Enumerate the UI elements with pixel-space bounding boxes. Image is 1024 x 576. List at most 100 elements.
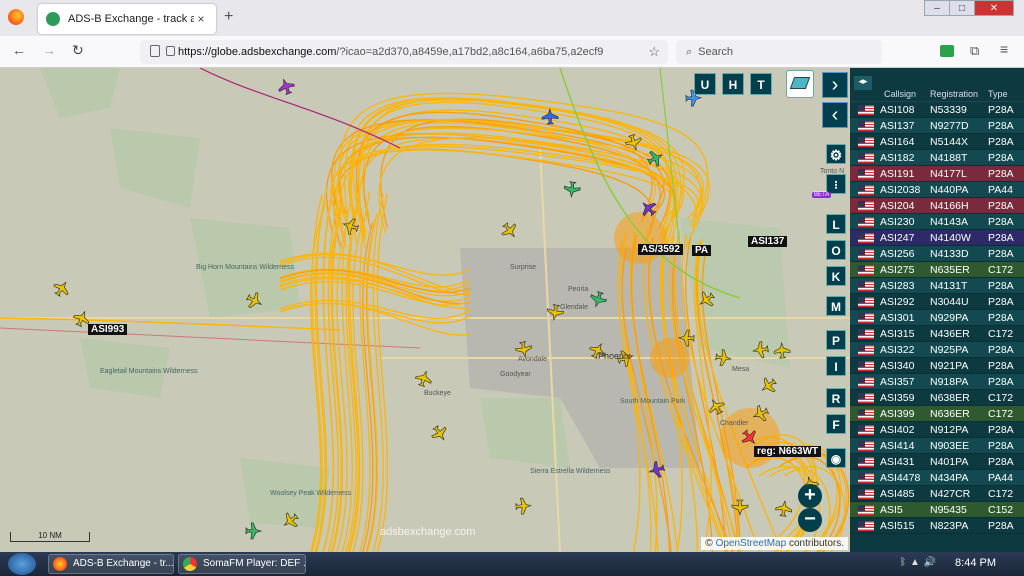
toggle-f-button[interactable]: F xyxy=(826,414,846,434)
aircraft-label[interactable]: AS/3592 xyxy=(638,244,683,255)
aircraft-row[interactable]: ASI315 N436ER C172 xyxy=(850,326,1024,342)
system-tray-icons[interactable]: ᛒ▲🔊 xyxy=(900,557,940,568)
toggle-i-button[interactable]: I xyxy=(826,356,846,376)
extensions-puzzle-icon[interactable]: ⧉ xyxy=(970,43,979,59)
aircraft-row[interactable]: ASI275 N635ER C172 xyxy=(850,262,1024,278)
collapse-panel-button[interactable]: ‹ xyxy=(822,102,848,128)
toggle-h-button[interactable]: H xyxy=(722,73,744,95)
aircraft-row[interactable]: ASI340 N921PA P28A xyxy=(850,358,1024,374)
start-button[interactable] xyxy=(8,553,36,575)
extension-icon[interactable] xyxy=(940,45,954,57)
toggle-o-button[interactable]: O xyxy=(826,240,846,260)
close-window-button[interactable]: ✕ xyxy=(974,0,1014,16)
bookmark-star-icon[interactable]: ☆ xyxy=(648,44,660,60)
taskbar-item-chrome[interactable]: SomaFM Player: DEF ... xyxy=(178,554,306,574)
stats-chart-icon[interactable]: ⁝ xyxy=(826,174,846,194)
aircraft-row[interactable]: ASI108 N53339 P28A xyxy=(850,102,1024,118)
us-flag-icon xyxy=(858,360,874,371)
expand-panel-button[interactable]: › xyxy=(822,72,848,98)
us-flag-icon xyxy=(858,456,874,467)
aircraft-row[interactable]: ASI485 N427CR C172 xyxy=(850,486,1024,502)
aircraft-row[interactable]: ASI322 N925PA P28A xyxy=(850,342,1024,358)
search-box[interactable]: ⌕ Search xyxy=(676,40,882,64)
new-tab-button[interactable]: + xyxy=(224,8,233,26)
toggle-p-button[interactable]: P xyxy=(826,330,846,350)
aircraft-row[interactable]: ASI359 N638ER C172 xyxy=(850,390,1024,406)
aircraft-list-body: ASI108 N53339 P28A ASI137 N9277D P28A ASI164 N5… xyxy=(850,102,1024,534)
aircraft-row[interactable]: ASI357 N918PA P28A xyxy=(850,374,1024,390)
tab-close-button[interactable]: × xyxy=(194,12,208,26)
aircraft-callsign: ASI359 xyxy=(880,391,915,404)
back-button[interactable]: ← xyxy=(12,42,26,58)
aircraft-row[interactable]: ASI292 N3044U P28A xyxy=(850,294,1024,310)
layers-button[interactable] xyxy=(786,70,814,98)
taskbar-item-firefox[interactable]: ADS-B Exchange - tr... xyxy=(48,554,174,574)
url-text[interactable]: https://globe.adsbexchange.com/?icao=a2d… xyxy=(178,46,648,58)
aircraft-registration: N903EE xyxy=(930,439,970,452)
toggle-k-button[interactable]: K xyxy=(826,266,846,286)
lock-icon[interactable] xyxy=(166,46,175,56)
openstreetmap-link[interactable]: OpenStreetMap xyxy=(716,538,787,549)
aircraft-row[interactable]: ASI204 N4166H P28A xyxy=(850,198,1024,214)
aircraft-callsign: ASI108 xyxy=(880,103,915,116)
aircraft-row[interactable]: ASI2038 N440PA PA44 xyxy=(850,182,1024,198)
map-canvas xyxy=(0,68,850,552)
column-type[interactable]: Type xyxy=(988,89,1018,99)
aircraft-registration: N440PA xyxy=(930,183,969,196)
aircraft-row[interactable]: ASI515 N823PA P28A xyxy=(850,518,1024,534)
us-flag-icon xyxy=(858,392,874,403)
aircraft-row[interactable]: ASI230 N4143A P28A xyxy=(850,214,1024,230)
maximize-button[interactable]: □ xyxy=(949,0,975,16)
aircraft-row[interactable]: ASI182 N4188T P28A xyxy=(850,150,1024,166)
reload-button[interactable]: ↻ xyxy=(72,42,84,59)
settings-gear-icon[interactable]: ⚙ xyxy=(826,144,846,164)
address-bar[interactable]: https://globe.adsbexchange.com/?icao=a2d… xyxy=(140,40,668,64)
zoom-in-button[interactable]: + xyxy=(798,484,822,508)
aircraft-registration: N9277D xyxy=(930,119,969,132)
browser-tab[interactable]: ADS-B Exchange - track aircraft × xyxy=(38,4,216,34)
toggle-r-button[interactable]: R xyxy=(826,388,846,408)
aircraft-row[interactable]: ASI5 N95435 C152 xyxy=(850,502,1024,518)
us-flag-icon xyxy=(858,168,874,179)
place-name: Sierra Estrella Wilderness xyxy=(530,468,611,475)
firefox-logo-icon[interactable] xyxy=(8,9,24,25)
aircraft-registration: N4188T xyxy=(930,151,968,164)
toggle-l-button[interactable]: L xyxy=(826,214,846,234)
aircraft-label[interactable]: ASI137 xyxy=(748,236,788,247)
us-flag-icon xyxy=(858,152,874,163)
aircraft-row[interactable]: ASI402 N912PA P28A xyxy=(850,422,1024,438)
shield-icon[interactable] xyxy=(150,45,160,57)
aircraft-row[interactable]: ASI164 N5144X P28A xyxy=(850,134,1024,150)
column-callsign[interactable]: Callsign xyxy=(884,89,930,99)
menu-icon[interactable]: ≡ xyxy=(1000,41,1008,57)
aircraft-row[interactable]: ASI4478 N434PA PA44 xyxy=(850,470,1024,486)
toggle-m-button[interactable]: M xyxy=(826,296,846,316)
zoom-out-button[interactable]: − xyxy=(798,508,822,532)
aircraft-registration: N4143A xyxy=(930,215,968,228)
aircraft-row[interactable]: ASI414 N903EE P28A xyxy=(850,438,1024,454)
aircraft-label[interactable]: reg: N663WT xyxy=(754,446,822,457)
aircraft-callsign: ASI515 xyxy=(880,519,915,532)
toggle-u-button[interactable]: U xyxy=(694,73,716,95)
minimize-button[interactable]: – xyxy=(924,0,950,16)
aircraft-callsign: ASI402 xyxy=(880,423,915,436)
aircraft-label[interactable]: PA xyxy=(692,245,712,256)
panel-resize-icon[interactable]: ◂▸ xyxy=(854,76,872,90)
toggle-t-button[interactable]: T xyxy=(750,73,772,95)
aircraft-label[interactable]: ASI993 xyxy=(88,324,128,335)
aircraft-registration: N436ER xyxy=(930,327,970,340)
aircraft-row[interactable]: ASI283 N4131T P28A xyxy=(850,278,1024,294)
place-name: Peoria xyxy=(568,286,589,293)
aircraft-row[interactable]: ASI399 N636ER C172 xyxy=(850,406,1024,422)
aircraft-row[interactable]: ASI301 N929PA P28A xyxy=(850,310,1024,326)
aircraft-row[interactable]: ASI191 N4177L P28A xyxy=(850,166,1024,182)
aircraft-row[interactable]: ASI247 N4140W P28A xyxy=(850,230,1024,246)
aircraft-row[interactable]: ASI256 N4133D P28A xyxy=(850,246,1024,262)
replay-play-icon[interactable]: ◉ xyxy=(826,448,846,468)
aircraft-row[interactable]: ASI137 N9277D P28A xyxy=(850,118,1024,134)
wilderness-area xyxy=(480,398,570,468)
column-registration[interactable]: Registration xyxy=(930,89,988,99)
map-view[interactable]: Surprise Peoria Glendale Avondale Goodye… xyxy=(0,68,850,552)
aircraft-row[interactable]: ASI431 N401PA P28A xyxy=(850,454,1024,470)
forward-button[interactable]: → xyxy=(42,42,56,58)
